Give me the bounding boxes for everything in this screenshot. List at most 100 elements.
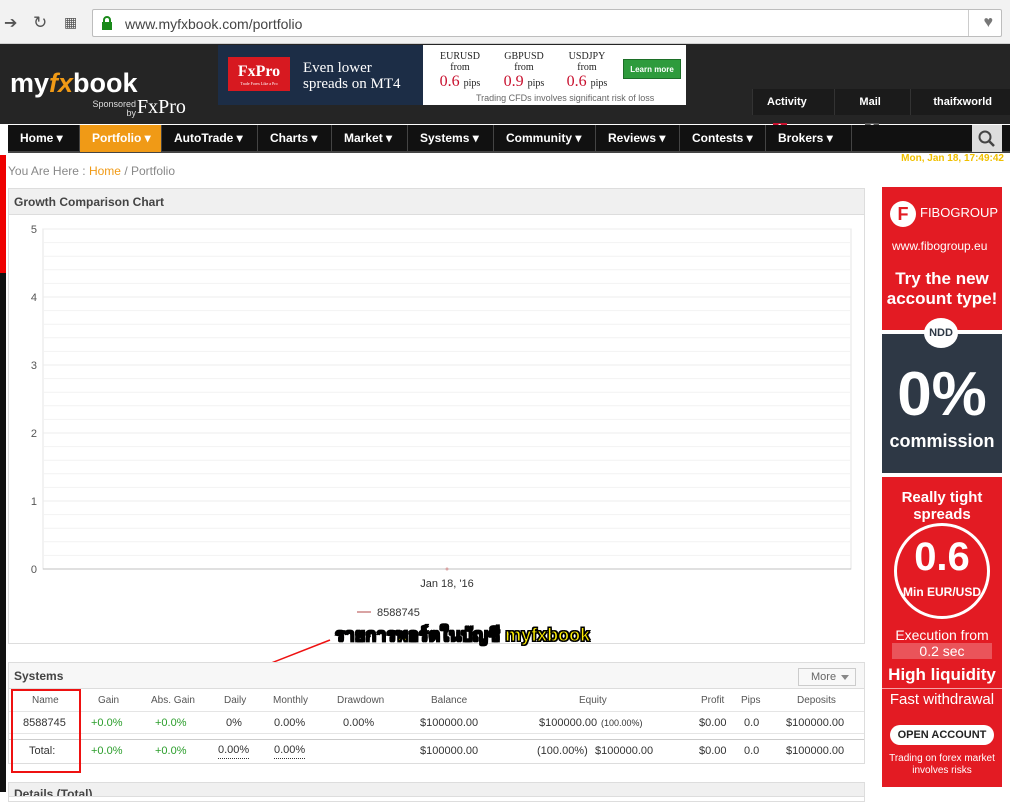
nav-item-portfolio[interactable]: Portfolio ▾ <box>80 125 162 152</box>
pair-unit: pips <box>590 78 608 89</box>
col-header[interactable]: Abs. Gain <box>151 690 195 712</box>
col-header[interactable]: Deposits <box>797 690 836 712</box>
drawdown-cell: 0.00% <box>343 717 375 729</box>
nav-item-systems[interactable]: Systems ▾ <box>408 125 494 152</box>
table-row[interactable]: 8588745 +0.0% +0.0% 0% 0.00% 0.00% $1000… <box>9 712 864 734</box>
ad-commission-section: 0% commission <box>882 334 1002 473</box>
url-text: www.myfxbook.com/portfolio <box>125 16 303 32</box>
equity-pct-cell: (100.00%) <box>601 718 643 728</box>
nav-item-reviews[interactable]: Reviews ▾ <box>596 125 680 152</box>
growth-chart-panel: Growth Comparison Chart 0 1 2 3 4 5 Jan 18, '1… <box>8 188 865 644</box>
reload-icon[interactable]: ↻ <box>33 13 47 33</box>
ad-brand: FIBOGROUP <box>920 205 999 220</box>
col-header[interactable]: Monthly <box>273 690 308 712</box>
col-header[interactable]: Balance <box>431 690 467 712</box>
address-bar[interactable]: www.myfxbook.com/portfolio ♥ <box>92 9 1002 37</box>
y-tick-label: 5 <box>31 224 37 236</box>
col-header[interactable]: Pips <box>741 690 760 712</box>
user-tab[interactable]: thaifxworld <box>910 89 1010 115</box>
nav-item-market[interactable]: Market ▾ <box>332 125 408 152</box>
col-header[interactable]: Gain <box>98 690 119 712</box>
total-deposits: $100000.00 <box>786 745 845 757</box>
chevron-down-icon: ▾ <box>53 131 63 145</box>
plot-area <box>42 228 852 570</box>
ad-exec-label: Execution from <box>895 627 989 643</box>
mail-tab[interactable]: Mail0 <box>834 89 911 135</box>
y-tick-label: 4 <box>31 292 37 304</box>
legend-label: 8588745 <box>377 607 420 619</box>
ad-top-section: F FIBOGROUP www.fibogroup.eu Try the new… <box>882 187 1002 330</box>
nav-label: Market <box>344 131 383 145</box>
col-header[interactable]: Drawdown <box>337 690 384 712</box>
nav-item-home[interactable]: Home ▾ <box>8 125 80 152</box>
main-nav: Home ▾ Portfolio ▾ AutoTrade ▾ Charts ▾ Mark… <box>8 125 1010 153</box>
chevron-down-icon: ▾ <box>656 131 666 145</box>
daily-cell: 0% <box>226 717 242 729</box>
nav-item-charts[interactable]: Charts ▾ <box>258 125 332 152</box>
ad-divider <box>882 688 1002 689</box>
ad-commission-label: commission <box>889 431 995 451</box>
mail-label: Mail <box>859 96 881 108</box>
banner-pair: USDJPY from 0.6 pips <box>557 51 617 93</box>
nav-item-community[interactable]: Community ▾ <box>494 125 596 152</box>
nav-label: Portfolio <box>92 131 142 145</box>
lock-icon <box>102 16 112 30</box>
ad-site: www.fibogroup.eu <box>892 239 988 253</box>
chevron-down-icon: ▾ <box>141 131 151 145</box>
chevron-down-icon: ▾ <box>469 131 479 145</box>
details-panel: Details (Total) <box>8 782 865 802</box>
nav-label: AutoTrade <box>174 131 234 145</box>
nav-item-autotrade[interactable]: AutoTrade ▾ <box>162 125 258 152</box>
annotation-label: รายการพอร์ตในบัญชี myfxbook <box>334 625 591 646</box>
pair-value: 0.9 <box>503 73 524 90</box>
growth-chart[interactable]: 0 1 2 3 4 5 Jan 18, '16 8588745 <box>9 215 864 643</box>
server-datetime: Mon, Jan 18, 17:49:42 <box>901 153 1004 164</box>
pair-name: GBPUSD <box>504 51 544 62</box>
ad-spread-label: Min EUR/USD <box>903 585 981 599</box>
details-title: Details (Total) <box>9 783 864 797</box>
nav-label: Contests <box>692 131 744 145</box>
header-tabs: Activity1 Mail0 thaifxworld <box>752 89 1010 135</box>
col-header[interactable]: Daily <box>224 690 246 712</box>
monthly-cell: 0.00% <box>274 717 306 729</box>
breadcrumb: You Are Here : Home / Portfolio <box>8 164 175 178</box>
ad-liquidity: High liquidity <box>888 665 996 684</box>
nav-label: Home <box>20 131 54 145</box>
pips-cell: 0.0 <box>744 717 760 729</box>
ad-headline: Try the new account type! <box>886 269 998 308</box>
systems-header-row: Name Gain Abs. Gain Daily Monthly Drawdo… <box>9 690 864 712</box>
ad-exec-value: 0.2 sec <box>892 643 992 659</box>
breadcrumb-home-link[interactable]: Home <box>89 164 121 178</box>
ad-spreads-headline: Really tight spreads <box>901 489 983 523</box>
banner-slogan: Even lower spreads on MT4 <box>303 60 401 92</box>
nav-item-brokers[interactable]: Brokers ▾ <box>766 125 852 152</box>
banner-learn-more-button[interactable]: Learn more <box>623 59 681 79</box>
search-button[interactable] <box>972 125 1002 152</box>
sponsor-brand: FxPro <box>137 96 186 118</box>
chevron-down-icon: ▾ <box>572 131 582 145</box>
balance-cell: $100000.00 <box>420 717 479 729</box>
abs-gain-cell: +0.0% <box>155 717 187 729</box>
logo-text-book: book <box>73 68 138 98</box>
y-tick-label: 1 <box>31 496 37 508</box>
forward-icon[interactable]: ➔ <box>4 13 17 33</box>
ad-commission-value: 0% <box>897 360 987 429</box>
nav-item-contests[interactable]: Contests ▾ <box>680 125 766 152</box>
fxpro-banner[interactable]: FxPro Trade Forex Like a Pro Even lower s… <box>218 45 686 105</box>
x-tick-label: Jan 18, '16 <box>420 578 473 590</box>
logo[interactable]: myfxbook <box>10 68 138 99</box>
more-dropdown[interactable]: More <box>798 668 856 686</box>
open-account-button[interactable]: OPEN ACCOUNT <box>890 725 994 745</box>
total-monthly[interactable]: 0.00% <box>274 743 306 759</box>
total-daily[interactable]: 0.00% <box>218 743 250 759</box>
apps-grid-icon[interactable]: ▦ <box>64 14 77 31</box>
pair-name: USDJPY <box>568 51 606 62</box>
chevron-down-icon: ▾ <box>823 131 833 145</box>
fibogroup-logo-icon: F <box>890 201 916 227</box>
fibogroup-ad[interactable]: F FIBOGROUP www.fibogroup.eu Try the new… <box>882 187 1002 787</box>
activity-tab[interactable]: Activity1 <box>752 89 835 135</box>
col-header[interactable]: Equity <box>579 690 607 712</box>
col-header[interactable]: Profit <box>701 690 724 712</box>
heart-icon[interactable]: ♥ <box>984 14 994 32</box>
banner-brand-logo: FxPro Trade Forex Like a Pro <box>228 57 290 91</box>
